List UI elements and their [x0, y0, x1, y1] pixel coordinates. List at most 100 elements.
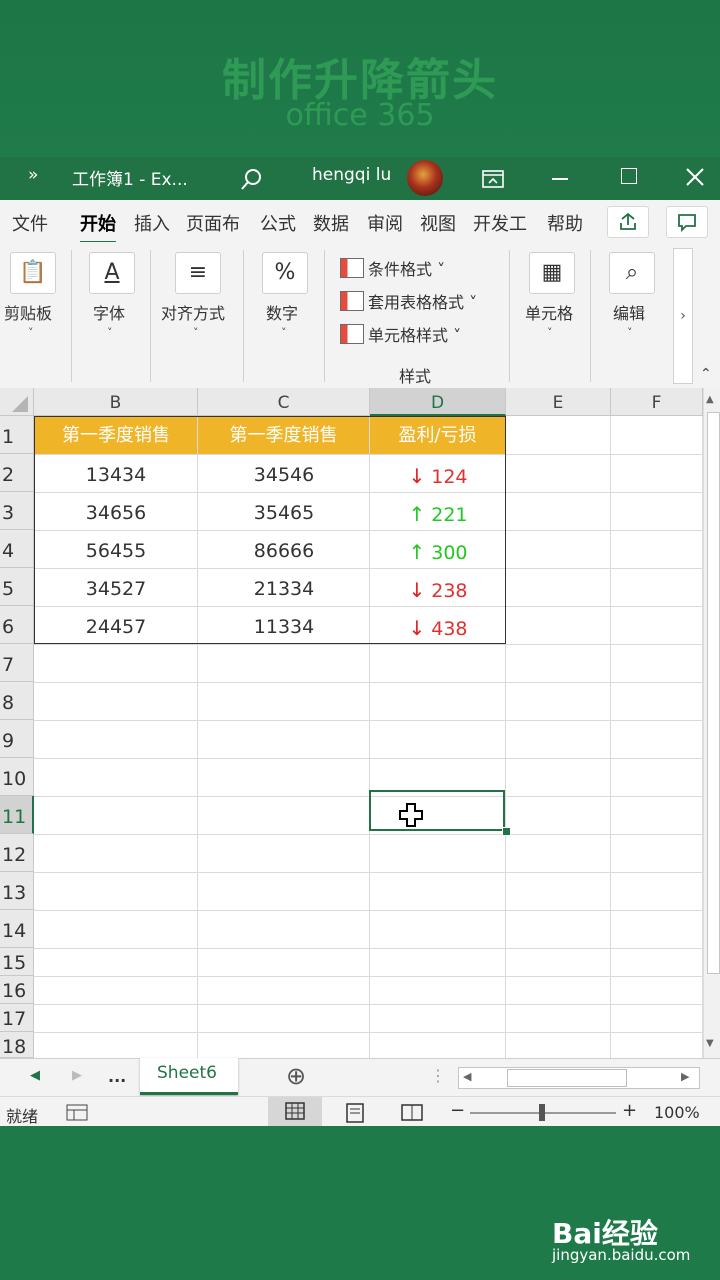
scroll-thumb[interactable] [707, 412, 720, 974]
row-header-4[interactable]: 4 [0, 530, 34, 568]
tab-help[interactable]: 帮助 [547, 210, 583, 236]
row-header-13[interactable]: 13 [0, 872, 34, 910]
row-header-18[interactable]: 18 [0, 1032, 34, 1058]
cell-d6[interactable]: ↓ 438 [370, 616, 506, 640]
column-header-d[interactable]: D [370, 388, 506, 416]
row-header-14[interactable]: 14 [0, 910, 34, 948]
chevron-down-icon[interactable]: ˅ [107, 326, 113, 339]
quick-access-more[interactable]: » [28, 165, 38, 185]
add-sheet-icon[interactable]: ⊕ [286, 1062, 306, 1090]
cell-d5[interactable]: ↓ 238 [370, 578, 506, 602]
cell-b6[interactable]: 24457 [34, 616, 198, 638]
tab-formulas[interactable]: 公式 [260, 210, 296, 236]
comments-button[interactable] [666, 206, 708, 238]
format-as-table-button[interactable]: 套用表格格式 ˅ [340, 289, 477, 313]
row-header-3[interactable]: 3 [0, 492, 34, 530]
collapse-ribbon-icon[interactable]: ⌃ [700, 366, 712, 382]
zoom-out-button[interactable]: − [450, 1100, 465, 1121]
row-header-15[interactable]: 15 [0, 948, 34, 976]
cell-c5[interactable]: 21334 [198, 578, 370, 600]
split-handle-icon[interactable]: ⋮ [430, 1066, 446, 1085]
minimize-button[interactable] [552, 178, 568, 180]
cell-d2[interactable]: ↓ 124 [370, 464, 506, 488]
page-layout-view-icon[interactable] [344, 1103, 366, 1123]
conditional-formatting-button[interactable]: 条件格式 ˅ [340, 256, 445, 280]
tab-page-layout[interactable]: 页面布 [186, 210, 240, 236]
cell-mode-icon[interactable] [66, 1104, 88, 1122]
cell-b5[interactable]: 34527 [34, 578, 198, 600]
column-header-f[interactable]: F [611, 388, 703, 416]
cell-d4[interactable]: ↑ 300 [370, 540, 506, 564]
ribbon-display-icon[interactable] [482, 169, 504, 189]
chevron-down-icon[interactable]: ˅ [281, 326, 287, 339]
scroll-down-icon[interactable]: ▼ [706, 1038, 714, 1049]
zoom-level[interactable]: 100% [654, 1103, 700, 1122]
editing-label[interactable]: 编辑 [613, 300, 645, 324]
tab-view[interactable]: 视图 [420, 210, 456, 236]
cell-c2[interactable]: 34546 [198, 464, 370, 486]
cell-c6[interactable]: 11334 [198, 616, 370, 638]
user-name[interactable]: hengqi lu [312, 165, 391, 185]
row-header-5[interactable]: 5 [0, 568, 34, 606]
sheet-tab-sheet6[interactable]: Sheet6 [140, 1058, 238, 1095]
ribbon-scroll-right[interactable]: › [673, 248, 693, 384]
horizontal-scrollbar[interactable]: ◀ ▶ [458, 1067, 700, 1089]
font-color-icon[interactable]: A [89, 252, 135, 294]
row-header-11[interactable]: 11 [0, 796, 34, 834]
tab-file[interactable]: 文件 [12, 210, 48, 236]
tab-developer[interactable]: 开发工 [473, 210, 527, 236]
row-header-12[interactable]: 12 [0, 834, 34, 872]
maximize-button[interactable] [621, 168, 637, 184]
row-header-8[interactable]: 8 [0, 682, 34, 720]
cell-b3[interactable]: 34656 [34, 502, 198, 524]
row-header-2[interactable]: 2 [0, 454, 34, 492]
column-header-c[interactable]: C [198, 388, 370, 416]
active-cell-d11[interactable] [369, 790, 505, 831]
row-header-16[interactable]: 16 [0, 976, 34, 1004]
column-header-e[interactable]: E [506, 388, 611, 416]
row-header-9[interactable]: 9 [0, 720, 34, 758]
tab-insert[interactable]: 插入 [134, 210, 170, 236]
scroll-left-icon[interactable]: ◀ [463, 1070, 471, 1083]
close-button[interactable] [686, 168, 704, 186]
number-label[interactable]: 数字 [266, 300, 298, 324]
vertical-scrollbar[interactable]: ▲ ▼ [703, 388, 720, 1058]
next-sheet-icon[interactable]: ▶ [72, 1068, 82, 1083]
zoom-in-button[interactable]: + [622, 1100, 637, 1121]
column-header-b[interactable]: B [34, 388, 198, 416]
row-header-17[interactable]: 17 [0, 1004, 34, 1032]
tab-review[interactable]: 审阅 [367, 210, 403, 236]
cell-c4[interactable]: 86666 [198, 540, 370, 562]
select-all-corner[interactable] [0, 388, 34, 416]
chevron-down-icon[interactable]: ˅ [547, 326, 553, 339]
clipboard-label[interactable]: 剪贴板 [4, 300, 52, 324]
cell-b4[interactable]: 56455 [34, 540, 198, 562]
header-cell-c1[interactable]: 第一季度销售 [198, 417, 369, 454]
search-edit-icon[interactable]: ⌕ [609, 252, 655, 294]
scroll-up-icon[interactable]: ▲ [706, 394, 714, 405]
tab-home[interactable]: 开始 [80, 210, 116, 244]
cells-icon[interactable]: ▦ [529, 252, 575, 294]
cell-b2[interactable]: 13434 [34, 464, 198, 486]
page-break-view-icon[interactable] [400, 1103, 424, 1123]
chevron-down-icon[interactable]: ˅ [627, 326, 633, 339]
share-button[interactable] [607, 206, 649, 238]
paste-icon[interactable]: 📋 [10, 252, 56, 294]
font-label[interactable]: 字体 [93, 300, 125, 324]
alignment-label[interactable]: 对齐方式 [161, 300, 225, 324]
more-sheets[interactable]: ... [108, 1067, 126, 1086]
row-header-1[interactable]: 1 [0, 416, 34, 454]
scroll-right-icon[interactable]: ▶ [681, 1070, 689, 1083]
chevron-down-icon[interactable]: ˅ [193, 326, 199, 339]
user-avatar[interactable] [407, 160, 443, 196]
search-icon[interactable] [240, 167, 264, 191]
align-icon[interactable]: ≡ [175, 252, 221, 294]
cells-label[interactable]: 单元格 [525, 300, 573, 324]
cell-styles-button[interactable]: 单元格样式 ˅ [340, 322, 461, 346]
worksheet-grid[interactable]: B C D E F 1 2 3 4 5 6 7 8 9 10 11 12 13 … [0, 388, 720, 1058]
header-cell-d1[interactable]: 盈利/亏损 [370, 417, 505, 454]
tab-data[interactable]: 数据 [313, 210, 349, 236]
fill-handle[interactable] [502, 827, 511, 836]
chevron-down-icon[interactable]: ˅ [28, 326, 34, 339]
horizontal-scroll-thumb[interactable] [507, 1069, 627, 1087]
